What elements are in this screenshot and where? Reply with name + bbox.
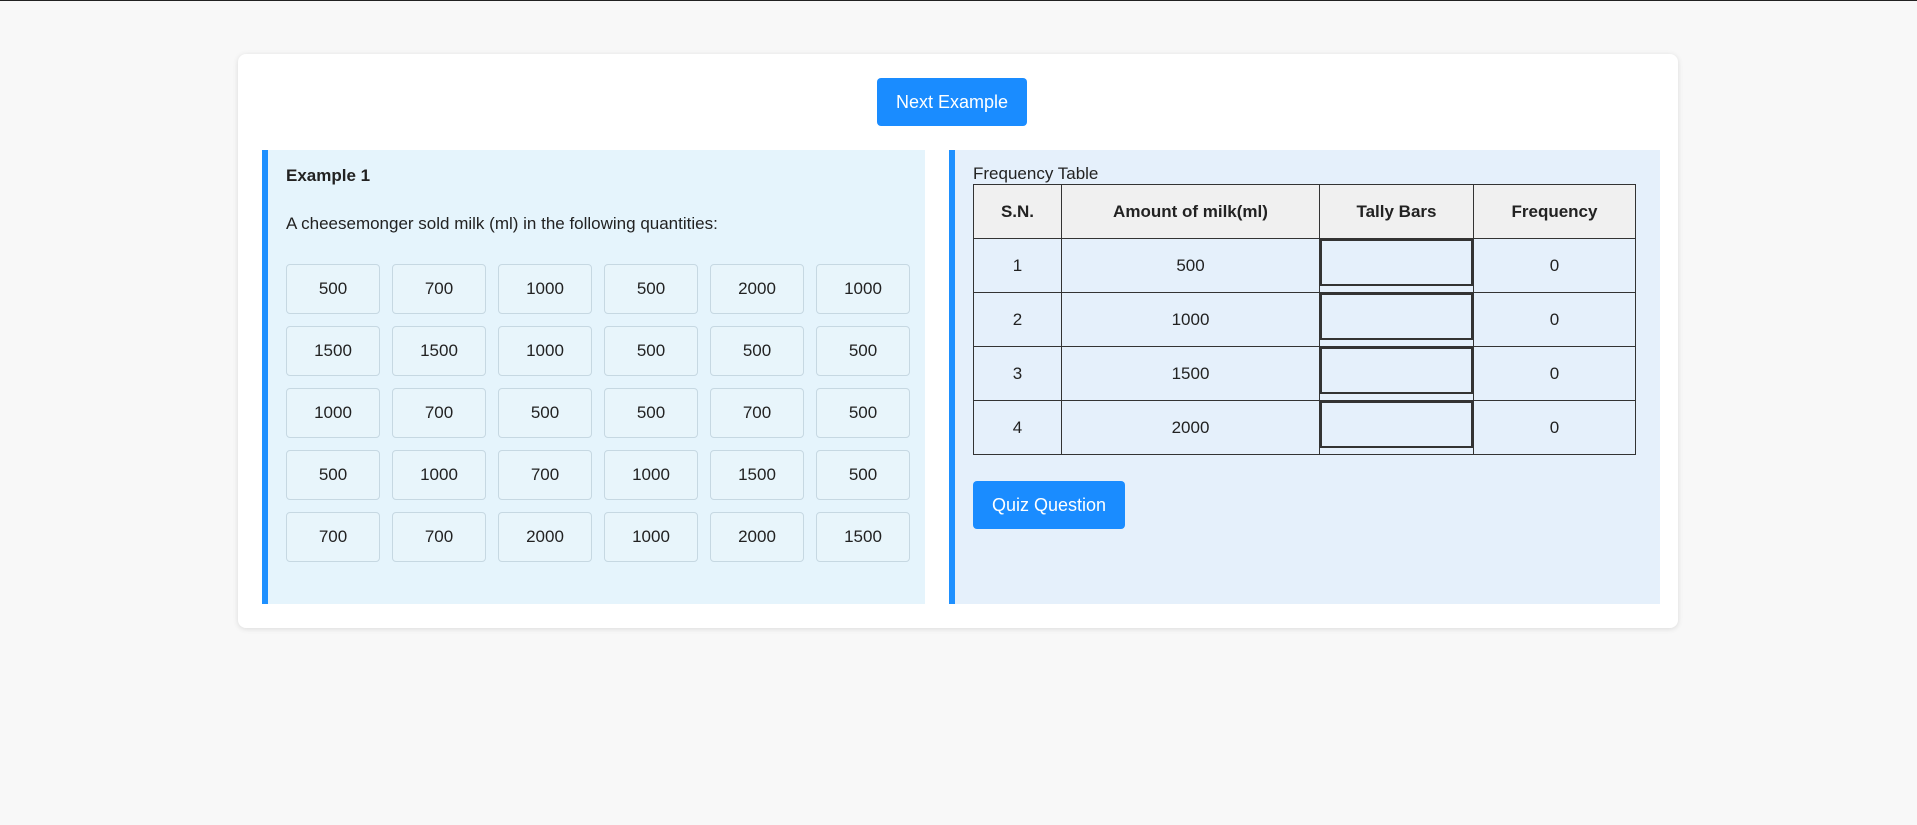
value-cell[interactable]: 700 [392,388,486,438]
value-cell[interactable]: 500 [498,388,592,438]
value-cell[interactable]: 500 [710,326,804,376]
value-cell[interactable]: 1500 [816,512,910,562]
next-example-button[interactable]: Next Example [877,78,1027,126]
value-cell[interactable]: 700 [710,388,804,438]
tally-input[interactable] [1320,347,1473,394]
value-cell[interactable]: 2000 [710,264,804,314]
value-cell[interactable]: 1000 [604,450,698,500]
header-frequency: Frequency [1473,184,1636,239]
table-row: 2 1000 0 [973,292,1636,347]
cell-amount: 1500 [1061,346,1320,401]
cell-tally [1319,400,1474,455]
table-row: 3 1500 0 [973,346,1636,401]
cell-frequency: 0 [1473,400,1636,455]
value-cell[interactable]: 1500 [710,450,804,500]
value-cell[interactable]: 500 [604,264,698,314]
value-cell[interactable]: 500 [604,326,698,376]
cell-sn: 4 [973,400,1062,455]
value-cell[interactable]: 500 [816,450,910,500]
table-caption: Frequency Table [973,164,1099,183]
cell-amount: 2000 [1061,400,1320,455]
value-cell[interactable]: 700 [392,512,486,562]
example-description: A cheesemonger sold milk (ml) in the fol… [286,214,718,233]
cell-sn: 3 [973,346,1062,401]
table-row: 4 2000 0 [973,400,1636,455]
cell-amount: 500 [1061,238,1320,293]
value-cell[interactable]: 500 [816,326,910,376]
value-cell[interactable]: 500 [286,450,380,500]
value-cell[interactable]: 500 [816,388,910,438]
example-panel: Example 1 A cheesemonger sold milk (ml) … [262,150,925,604]
frequency-table: S.N. Amount of milk(ml) Tally Bars Frequ… [973,184,1636,455]
value-cell[interactable]: 1000 [498,326,592,376]
value-cell[interactable]: 2000 [498,512,592,562]
value-cell[interactable]: 1000 [816,264,910,314]
cell-frequency: 0 [1473,346,1636,401]
top-border-line [0,0,1917,1]
cell-tally [1319,238,1474,293]
cell-tally [1319,346,1474,401]
header-sn: S.N. [973,184,1062,239]
example-title: Example 1 [286,166,371,185]
value-cell[interactable]: 1000 [286,388,380,438]
tally-input[interactable] [1320,401,1473,448]
main-card: Next Example Example 1 A cheesemonger so… [238,54,1678,628]
value-cell[interactable]: 1000 [392,450,486,500]
value-cell[interactable]: 1500 [392,326,486,376]
value-cell[interactable]: 500 [286,264,380,314]
cell-amount: 1000 [1061,292,1320,347]
header-tally: Tally Bars [1319,184,1474,239]
quiz-question-button[interactable]: Quiz Question [973,481,1125,529]
value-cell[interactable]: 700 [392,264,486,314]
cell-sn: 2 [973,292,1062,347]
value-cell[interactable]: 1000 [604,512,698,562]
cell-sn: 1 [973,238,1062,293]
tally-input[interactable] [1320,239,1473,286]
cell-frequency: 0 [1473,292,1636,347]
value-cell[interactable]: 700 [498,450,592,500]
values-grid: 500 700 1000 500 2000 1000 1500 1500 1000 500 500 5… [286,264,910,562]
value-cell[interactable]: 500 [604,388,698,438]
cell-frequency: 0 [1473,238,1636,293]
header-amount: Amount of milk(ml) [1061,184,1320,239]
value-cell[interactable]: 700 [286,512,380,562]
cell-tally [1319,292,1474,347]
value-cell[interactable]: 1500 [286,326,380,376]
tally-input[interactable] [1320,293,1473,340]
table-header-row: S.N. Amount of milk(ml) Tally Bars Frequ… [973,184,1636,239]
table-row: 1 500 0 [973,238,1636,293]
value-cell[interactable]: 1000 [498,264,592,314]
value-cell[interactable]: 2000 [710,512,804,562]
frequency-panel: Frequency Table S.N. Amount of milk(ml) … [949,150,1660,604]
